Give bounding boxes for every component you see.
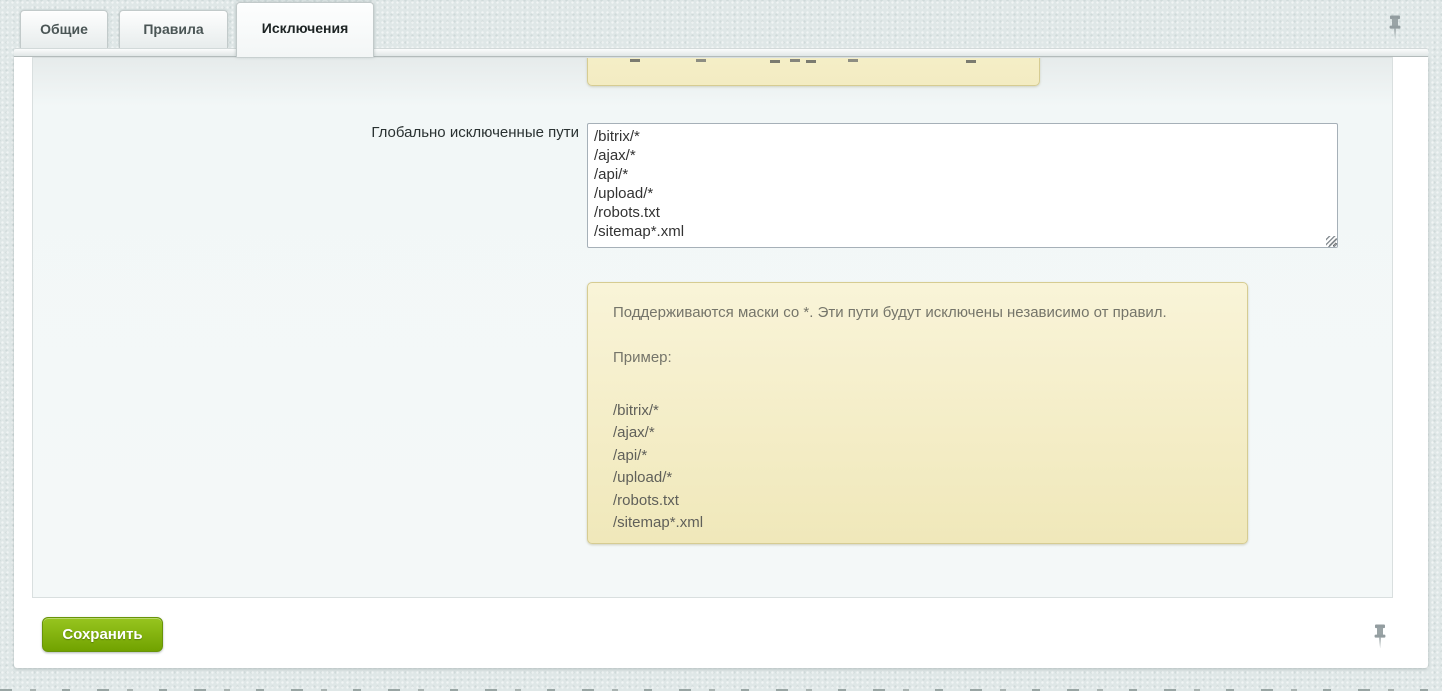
hint-example-label: Пример: <box>613 350 1222 366</box>
settings-page: Общие Правила Исключения Глобально исклю… <box>0 0 1442 691</box>
hint-example-item: /bitrix/* <box>613 400 1222 422</box>
hint-example-item: /robots.txt <box>613 490 1222 512</box>
hint-example-item: /api/* <box>613 445 1222 467</box>
tab-label: Исключения <box>262 20 349 36</box>
hint-example-item: /upload/* <box>613 467 1222 489</box>
clipped-hint-box <box>587 57 1040 86</box>
settings-panel: Глобально исключенные пути /bitrix/* /aj… <box>14 57 1428 668</box>
pin-icon[interactable] <box>1387 15 1403 41</box>
tab-strip-bar <box>14 48 1428 57</box>
tab-label: Общие <box>40 21 88 37</box>
excluded-paths-label: Глобально исключенные пути <box>33 123 579 142</box>
excluded-paths-textarea[interactable]: /bitrix/* /ajax/* /api/* /upload/* /robo… <box>587 123 1338 248</box>
hint-box: Поддерживаются маски со *. Эти пути буду… <box>587 282 1248 544</box>
tab-pravila[interactable]: Правила <box>119 10 228 48</box>
pin-icon[interactable] <box>1372 624 1388 650</box>
tab-isklyucheniya[interactable]: Исключения <box>236 2 374 57</box>
tab-label: Правила <box>143 21 203 37</box>
hint-text: Поддерживаются маски со *. Эти пути буду… <box>613 305 1222 321</box>
hint-example-item: /ajax/* <box>613 422 1222 444</box>
hint-example-item: /sitemap*.xml <box>613 512 1222 534</box>
tab-content-area: Глобально исключенные пути /bitrix/* /aj… <box>32 57 1393 598</box>
clipped-text-remnant <box>630 59 640 62</box>
tab-obshchie[interactable]: Общие <box>20 10 108 48</box>
save-button[interactable]: Сохранить <box>42 617 163 652</box>
